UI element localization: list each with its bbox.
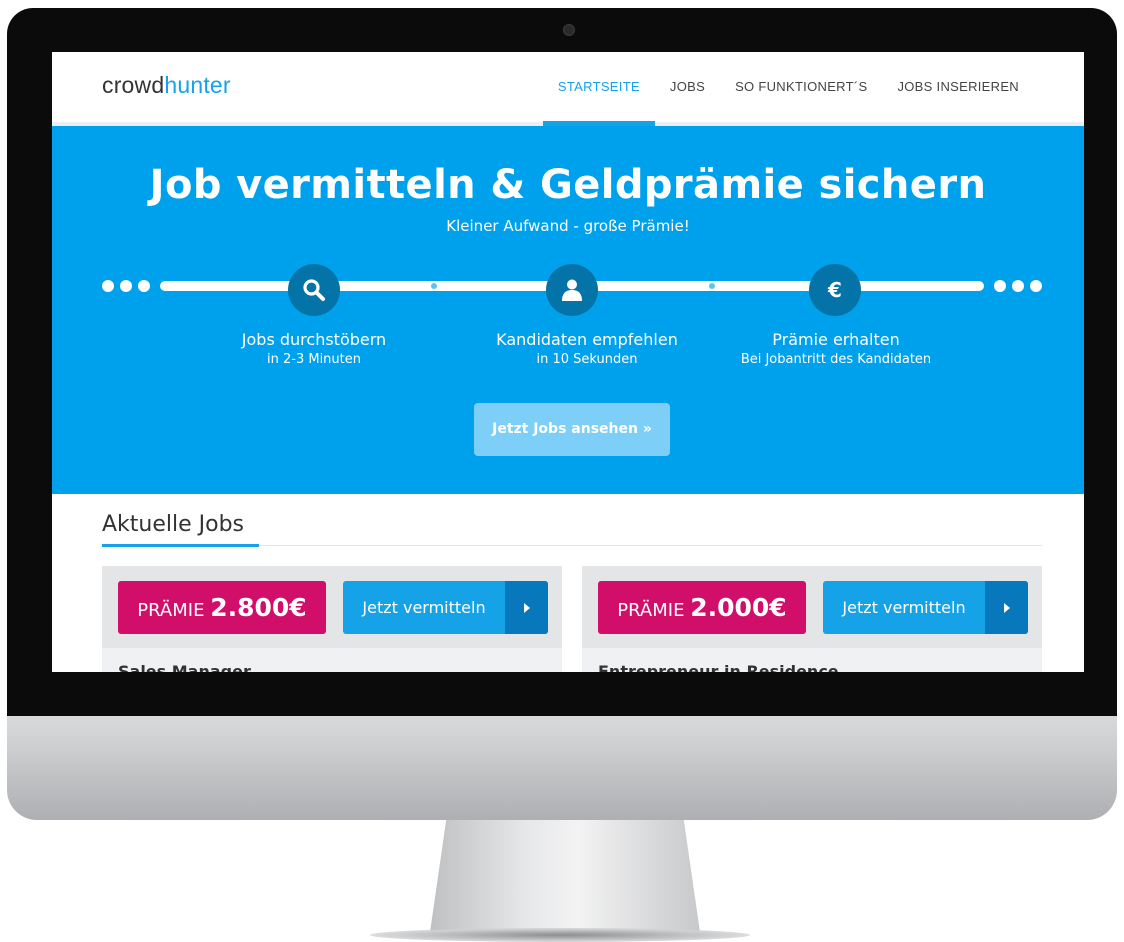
praemie-badge: PRÄMIE 2.800€	[118, 581, 326, 634]
vermitteln-button[interactable]: Jetzt vermitteln	[823, 581, 1028, 634]
praemie-badge: PRÄMIE 2.000€	[598, 581, 806, 634]
step-title-kandidaten: Kandidaten empfehlen	[496, 330, 678, 349]
step-title-jobs: Jobs durchstöbern	[241, 330, 387, 349]
person-icon	[546, 264, 598, 316]
hero-title: Job vermitteln & Geldprämie sichern	[149, 162, 987, 208]
caret-right-icon	[985, 581, 1028, 634]
svg-text:€: €	[827, 278, 842, 302]
logo-text-hunter: hunter	[164, 72, 231, 98]
progress-midpoint	[431, 283, 437, 289]
section-title-jobs: Aktuelle Jobs	[102, 512, 245, 537]
progress-dots-right	[994, 280, 1042, 292]
euro-icon: €	[809, 264, 861, 316]
monitor-chin	[7, 716, 1117, 820]
top-navigation: crowdhunter STARTSEITE JOBS SO FUNKTIONE…	[52, 52, 1084, 126]
progress-dots-left	[102, 280, 150, 292]
logo[interactable]: crowdhunter	[102, 72, 231, 99]
hero-banner: Job vermitteln & Geldprämie sichern Klei…	[52, 126, 1084, 494]
job-title[interactable]: Sales Manager	[118, 662, 251, 672]
search-icon	[288, 264, 340, 316]
nav-item-jobs-inserieren[interactable]: JOBS INSERIEREN	[882, 52, 1034, 122]
section-divider-accent	[102, 544, 259, 547]
vermitteln-button-label: Jetzt vermitteln	[842, 598, 966, 617]
hero-subtitle: Kleiner Aufwand - große Prämie!	[446, 217, 690, 235]
view-jobs-button[interactable]: Jetzt Jobs ansehen »	[474, 403, 670, 456]
nav-item-so-funktionierts[interactable]: SO FUNKTIONERT´S	[720, 52, 882, 122]
praemie-amount: 2.800€	[210, 593, 307, 622]
praemie-label: PRÄMIE	[617, 600, 685, 621]
step-desc-jobs: in 2-3 Minuten	[267, 352, 361, 367]
step-desc-praemie: Bei Jobantritt des Kandidaten	[740, 352, 932, 367]
job-title[interactable]: Entrepreneur in Residence	[598, 662, 839, 672]
nav-menu: STARTSEITE JOBS SO FUNKTIONERT´S JOBS IN…	[542, 52, 1034, 126]
monitor-stand-shadow	[370, 928, 750, 942]
vermitteln-button[interactable]: Jetzt vermitteln	[343, 581, 548, 634]
caret-right-icon	[505, 581, 548, 634]
job-card: PRÄMIE 2.000€ Jetzt vermitteln Entrepren…	[582, 566, 1042, 672]
website-screen: crowdhunter STARTSEITE JOBS SO FUNKTIONE…	[52, 52, 1084, 672]
camera-icon	[563, 24, 575, 36]
logo-text-crowd: crowd	[102, 72, 165, 98]
progress-midpoint	[709, 283, 715, 289]
step-desc-kandidaten: in 10 Sekunden	[536, 352, 638, 367]
vermitteln-button-label: Jetzt vermitteln	[362, 598, 486, 617]
monitor-stand	[430, 820, 700, 932]
job-card: PRÄMIE 2.800€ Jetzt vermitteln Sales Man…	[102, 566, 562, 672]
praemie-amount: 2.000€	[690, 593, 787, 622]
nav-item-jobs[interactable]: JOBS	[655, 52, 720, 122]
step-title-praemie: Prämie erhalten	[772, 330, 900, 349]
nav-item-startseite[interactable]: STARTSEITE	[542, 52, 655, 126]
praemie-label: PRÄMIE	[137, 600, 205, 621]
